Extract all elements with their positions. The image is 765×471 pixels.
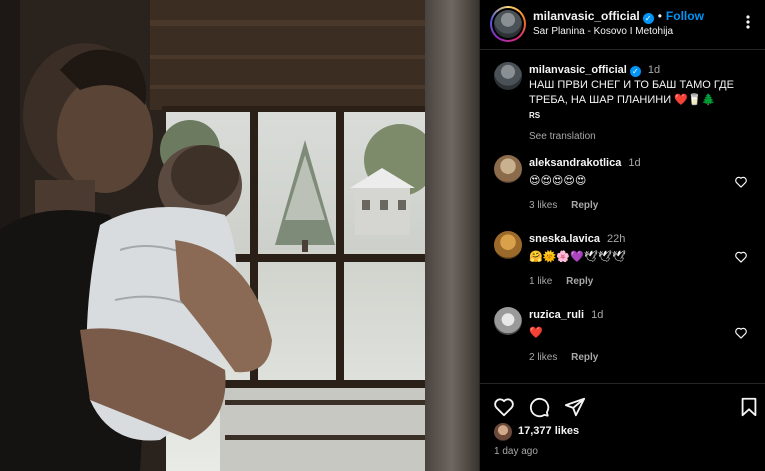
verified-badge-icon: ✓ xyxy=(629,66,641,77)
follow-button[interactable]: Follow xyxy=(666,9,704,23)
post-photo[interactable] xyxy=(0,0,479,471)
caption-text: НАШ ПРВИ СНЕГ И ТО БАШ ТАМО ГДЕ ТРЕБА, Н… xyxy=(529,79,734,106)
photo-illustration xyxy=(0,0,479,471)
comment-like-heart-icon[interactable] xyxy=(734,250,748,263)
comment-text: ❤️ xyxy=(529,327,543,339)
comments-list[interactable]: milanvasic_official ✓ 1d НАШ ПРВИ СНЕГ И … xyxy=(480,51,765,383)
comment: aleksandrakotlica 1d 😍😍😍😍😍 3 likes Reply xyxy=(529,156,739,213)
comment-time: 1d xyxy=(628,157,641,169)
comment-meta: 3 likes Reply xyxy=(529,198,739,213)
separator-dot: • xyxy=(657,9,662,23)
see-translation-link[interactable]: See translation xyxy=(529,129,739,144)
reply-button[interactable]: Reply xyxy=(566,276,593,287)
post-time-ago[interactable]: 1 day ago xyxy=(494,446,538,457)
caption: milanvasic_official ✓ 1d НАШ ПРВИ СНЕГ И … xyxy=(529,63,739,144)
comment-icon[interactable] xyxy=(528,396,550,418)
commenter-avatar[interactable] xyxy=(494,307,522,335)
comment-meta: 1 like Reply xyxy=(529,274,739,289)
comment-likes[interactable]: 2 likes xyxy=(529,352,557,363)
likes-count[interactable]: 17,377 likes xyxy=(518,425,579,437)
comment-time: 22h xyxy=(607,233,626,245)
heart-icon[interactable] xyxy=(493,396,515,418)
liker-avatar xyxy=(494,423,512,441)
comment-likes[interactable]: 1 like xyxy=(529,276,552,287)
comment-text: 🤗🌞🌸💜🕊🕊🕊 xyxy=(529,251,626,263)
commenter-avatar[interactable] xyxy=(494,231,522,259)
author-avatar-small[interactable] xyxy=(494,62,522,90)
caption-flag: RS xyxy=(529,111,541,120)
comment: ruzica_ruli 1d ❤️ 2 likes Reply xyxy=(529,308,739,365)
reply-button[interactable]: Reply xyxy=(571,200,598,211)
comment-time: 1d xyxy=(591,309,604,321)
verified-badge-icon: ✓ xyxy=(642,13,654,24)
author-avatar[interactable] xyxy=(490,6,526,42)
reply-button[interactable]: Reply xyxy=(571,352,598,363)
comment-username[interactable]: ruzica_ruli xyxy=(529,309,584,321)
post-header: milanvasic_official ✓ • Follow Sar Planina … xyxy=(480,0,765,50)
author-line: milanvasic_official ✓ • Follow xyxy=(533,9,704,24)
comment-meta: 2 likes Reply xyxy=(529,350,739,365)
commenter-avatar[interactable] xyxy=(494,155,522,183)
caption-time: 1d xyxy=(647,64,661,76)
caption-username[interactable]: milanvasic_official xyxy=(529,64,627,76)
author-username[interactable]: milanvasic_official xyxy=(533,9,640,23)
comment-likes[interactable]: 3 likes xyxy=(529,200,557,211)
comment-like-heart-icon[interactable] xyxy=(734,175,748,188)
post-details-panel: milanvasic_official ✓ • Follow Sar Planina … xyxy=(479,0,765,471)
comment-like-heart-icon[interactable] xyxy=(734,326,748,339)
bookmark-icon[interactable] xyxy=(738,396,760,418)
comment-username[interactable]: aleksandrakotlica xyxy=(529,157,621,169)
post-location[interactable]: Sar Planina - Kosovo I Metohija xyxy=(533,26,673,37)
comment-text: 😍😍😍😍😍 xyxy=(529,175,587,187)
more-options-icon[interactable] xyxy=(740,12,756,32)
comment: sneska.lavica 22h 🤗🌞🌸💜🕊🕊🕊 1 like Reply xyxy=(529,232,739,289)
share-icon[interactable] xyxy=(564,396,586,418)
comment-username[interactable]: sneska.lavica xyxy=(529,233,600,245)
